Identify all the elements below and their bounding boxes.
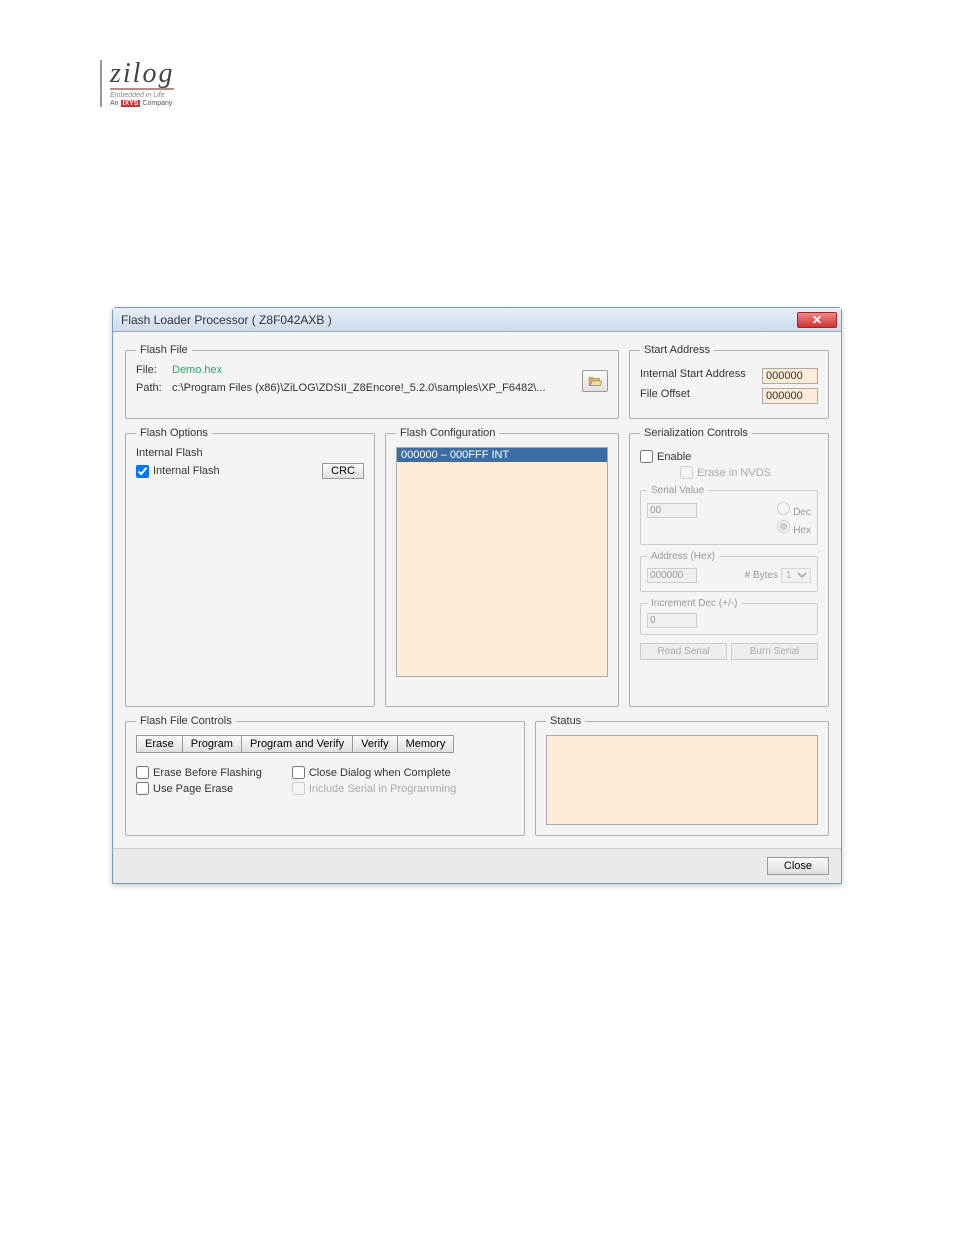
verify-button[interactable]: Verify: [352, 735, 398, 753]
serialization-enable-checkbox[interactable]: [640, 450, 653, 463]
erase-before-label: Erase Before Flashing: [153, 767, 262, 779]
internal-flash-heading: Internal Flash: [136, 447, 364, 459]
serial-value-input: [647, 503, 697, 518]
serialization-enable-label: Enable: [657, 451, 691, 463]
close-dialog-checkbox[interactable]: [292, 766, 305, 779]
serial-value-group: Serial Value Dec Hex: [640, 485, 818, 545]
memory-button[interactable]: Memory: [397, 735, 455, 753]
file-label: File:: [136, 364, 170, 376]
internal-flash-checkbox[interactable]: [136, 465, 149, 478]
start-address-legend: Start Address: [640, 344, 714, 356]
increment-input: [647, 613, 697, 628]
erase-nvds-checkbox: [680, 466, 693, 479]
folder-open-icon: [588, 375, 602, 387]
close-dialog-label: Close Dialog when Complete: [309, 767, 451, 779]
close-icon: ✕: [812, 313, 822, 327]
status-legend: Status: [546, 715, 585, 727]
flash-configuration-group: Flash Configuration 000000 – 000FFF INT: [385, 427, 619, 707]
dialog-footer: Close: [113, 848, 841, 883]
flash-configuration-list[interactable]: 000000 – 000FFF INT: [396, 447, 608, 677]
browse-button[interactable]: [582, 370, 608, 392]
flash-file-group: Flash File File: Demo.hex Path: c:\Progr…: [125, 344, 619, 419]
serial-value-legend: Serial Value: [647, 485, 708, 496]
serial-hex-radio: [777, 520, 790, 533]
flash-options-group: Flash Options Internal Flash Internal Fl…: [125, 427, 375, 707]
internal-start-label: Internal Start Address: [640, 368, 746, 384]
read-serial-button: Read Serial: [640, 643, 727, 660]
program-button[interactable]: Program: [182, 735, 242, 753]
status-output: [546, 735, 818, 825]
address-group: Address (Hex) # Bytes 1: [640, 551, 818, 592]
file-value: Demo.hex: [172, 364, 222, 376]
increment-group: Increment Dec (+/-): [640, 598, 818, 635]
erase-button[interactable]: Erase: [136, 735, 183, 753]
flash-loader-window: Flash Loader Processor ( Z8F042AXB ) ✕ F…: [112, 307, 842, 884]
flash-options-legend: Flash Options: [136, 427, 212, 439]
close-button[interactable]: Close: [767, 857, 829, 875]
logo-tagline-1: Embedded in Life: [110, 92, 200, 99]
use-page-erase-label: Use Page Erase: [153, 783, 233, 795]
path-label: Path:: [136, 382, 170, 394]
address-legend: Address (Hex): [647, 551, 719, 562]
window-title: Flash Loader Processor ( Z8F042AXB ): [121, 313, 332, 327]
internal-flash-checkbox-label: Internal Flash: [153, 465, 220, 477]
zilog-logo: zilog Embedded in Life An IXYS Company: [100, 60, 200, 107]
bytes-select: 1: [781, 568, 811, 583]
crc-button[interactable]: CRC: [322, 463, 364, 479]
file-offset-label: File Offset: [640, 388, 690, 404]
flash-file-controls-group: Flash File Controls Erase Program Progra…: [125, 715, 525, 836]
include-serial-label: Include Serial in Programming: [309, 783, 456, 795]
serial-dec-radio: [777, 502, 790, 515]
erase-before-checkbox[interactable]: [136, 766, 149, 779]
erase-nvds-label: Erase in NVDS: [697, 467, 771, 479]
path-value: c:\Program Files (x86)\ZiLOG\ZDSII_Z8Enc…: [172, 382, 608, 394]
flash-file-controls-legend: Flash File Controls: [136, 715, 236, 727]
file-offset-input[interactable]: [762, 388, 818, 404]
internal-start-input[interactable]: [762, 368, 818, 384]
titlebar[interactable]: Flash Loader Processor ( Z8F042AXB ) ✕: [113, 308, 841, 332]
flash-file-legend: Flash File: [136, 344, 192, 356]
increment-legend: Increment Dec (+/-): [647, 598, 741, 609]
program-verify-button[interactable]: Program and Verify: [241, 735, 353, 753]
use-page-erase-checkbox[interactable]: [136, 782, 149, 795]
logo-tagline-2: An IXYS Company: [110, 100, 200, 107]
serialization-controls-group: Serialization Controls Enable Erase in N…: [629, 427, 829, 707]
logo-brand: zilog: [110, 60, 174, 90]
address-input: [647, 568, 697, 583]
include-serial-checkbox: [292, 782, 305, 795]
window-close-button[interactable]: ✕: [797, 312, 837, 328]
burn-serial-button: Burn Serial: [731, 643, 818, 660]
flash-configuration-legend: Flash Configuration: [396, 427, 499, 439]
serialization-legend: Serialization Controls: [640, 427, 752, 439]
config-item-selected[interactable]: 000000 – 000FFF INT: [397, 448, 607, 462]
status-group: Status: [535, 715, 829, 836]
start-address-group: Start Address Internal Start Address Fil…: [629, 344, 829, 419]
